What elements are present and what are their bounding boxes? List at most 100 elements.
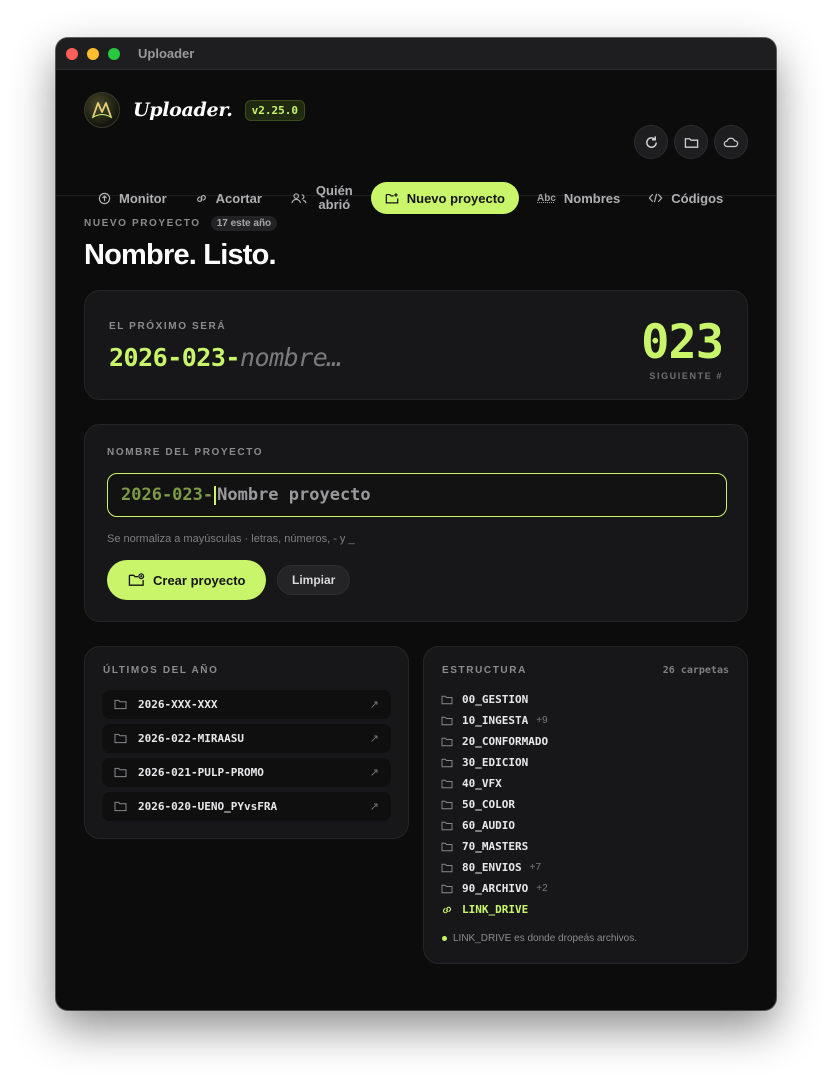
nav-acortar[interactable]: Acortar [181,182,276,214]
open-arrow-icon: ↗ [369,733,379,745]
structure-folder-name: 90_ARCHIVO [462,882,529,895]
next-project-placeholder: nombre… [239,343,342,372]
app-header: Uploader. v2.25.0 Monitor Acortar Quién … [56,70,776,214]
project-name-label: NOMBRE DEL PROYECTO [107,447,264,458]
abc-icon: Abc [537,192,556,204]
open-arrow-icon: ↗ [369,699,379,711]
structure-folder-name: 30_EDICION [462,756,529,769]
normalize-hint: Se normaliza a mayúsculas · letras, núme… [107,533,355,545]
logo-icon [84,92,120,128]
project-form-card: NOMBRE DEL PROYECTO 2026-023- Nombre proy… [84,424,748,622]
users-icon [291,192,307,203]
zoom-window-button[interactable] [108,47,120,60]
version-badge: v2.25.0 [244,99,305,121]
link-drive-row[interactable]: LINK_DRIVE [441,899,556,920]
refresh-icon [645,135,657,148]
folder-plus-icon [385,192,399,203]
main-content: NUEVO PROYECTO 17 este año Nombre. Listo… [84,216,748,964]
next-project-prefix: 2026-023- [109,343,240,372]
recent-project-name: 2026-020-UENO_PYvsFRA [138,800,278,813]
header-actions [634,125,748,159]
nav-monitor[interactable]: Monitor [84,182,181,214]
close-window-button[interactable] [66,47,78,60]
link-drive-note-text: LINK_DRIVE es donde dropeás archivos. [453,933,637,944]
structure-card: ESTRUCTURA 26 carpetas 00_GESTION 10_ING… [423,646,748,964]
structure-folder-name: 50_COLOR [462,798,515,811]
next-project-card: EL PRÓXIMO SERÁ 2026-023-nombre… 023 SIG… [84,290,748,400]
structure-folder: 70_MASTERS [441,836,556,857]
structure-folder: 60_AUDIO [441,815,556,836]
folder-icon [441,863,453,872]
structure-folder: 50_COLOR [441,794,556,815]
structure-folder-extra: +2 [536,883,548,894]
structure-folder-name: 70_MASTERS [462,840,529,853]
structure-folder: 30_EDICION [441,752,556,773]
recent-projects-card: ÚLTIMOS DEL AÑO 2026-XXX-XXX ↗ 2026-022-… [84,646,409,839]
structure-folder-count: 26 carpetas [662,665,729,676]
folder-icon [441,800,453,809]
structure-label: ESTRUCTURA [442,665,527,676]
create-project-label: Crear proyecto [153,572,246,588]
recent-project-item[interactable]: 2026-020-UENO_PYvsFRA ↗ [102,792,391,821]
link-drive-name: LINK_DRIVE [462,903,529,916]
nav-nuevo-proyecto[interactable]: Nuevo proyecto [370,182,519,214]
recent-projects-list: 2026-XXX-XXX ↗ 2026-022-MIRAASU ↗ 2026-0… [102,690,391,826]
recent-project-name: 2026-XXX-XXX [138,698,218,711]
structure-folder-name: 00_GESTION [462,693,529,706]
page-title: Nombre. Listo. [84,239,277,271]
folder-icon [441,779,453,788]
folder-icon [114,699,127,710]
create-project-button[interactable]: Crear proyecto [107,560,267,600]
cloud-button[interactable] [714,125,748,159]
clear-button[interactable]: Limpiar [277,565,351,595]
recent-project-item[interactable]: 2026-XXX-XXX ↗ [102,690,391,719]
refresh-button[interactable] [634,125,668,159]
structure-folder-extra: +7 [529,862,542,873]
nav-codigos[interactable]: Códigos [634,182,737,214]
structure-folder-extra: +9 [536,715,548,726]
app-window: Uploader Uploader. v2.25.0 Monitor Acort… [56,38,776,1010]
code-icon [648,193,663,203]
nav-nombres[interactable]: Abc Nombres [523,182,634,214]
open-folder-button[interactable] [674,125,708,159]
folder-icon [684,137,698,148]
brand: Uploader. v2.25.0 [84,92,305,128]
nav-monitor-label: Monitor [119,190,167,206]
structure-folder: 10_INGESTA +9 [441,710,556,731]
folder-icon [114,801,127,812]
structure-folder: 00_GESTION [441,689,556,710]
folder-icon [441,758,453,767]
structure-folder-name: 20_CONFORMADO [462,735,549,748]
structure-folder: 40_VFX [441,773,556,794]
recent-projects-label: ÚLTIMOS DEL AÑO [103,665,219,676]
folder-icon [441,821,453,830]
folder-icon [441,737,453,746]
folder-icon [441,842,453,851]
bullet-dot-icon [442,936,447,941]
minimize-window-button[interactable] [87,47,99,60]
recent-project-item[interactable]: 2026-022-MIRAASU ↗ [102,724,391,753]
project-name-placeholder: Nombre proyecto [217,485,371,505]
page-eyebrow-row: NUEVO PROYECTO 17 este año [84,216,748,231]
recent-project-name: 2026-022-MIRAASU [138,732,244,745]
link-icon [196,194,206,202]
recent-project-item[interactable]: 2026-021-PULP-PROMO ↗ [102,758,391,787]
recent-project-name: 2026-021-PULP-PROMO [138,766,264,779]
main-nav: Monitor Acortar Quién abrió Nuevo proyect… [84,182,748,214]
structure-list: 00_GESTION 10_INGESTA +9 20_CONFORMADO 30… [441,689,556,920]
text-caret [214,485,217,505]
next-project-sublabel: SIGUIENTE # [649,371,723,381]
brand-name: Uploader. [133,99,233,121]
nav-nombres-label: Nombres [563,190,621,206]
project-name-prefix: 2026-023- [121,485,214,505]
structure-folder: 20_CONFORMADO [441,731,556,752]
folder-plus-icon [128,573,145,586]
project-name-input[interactable]: 2026-023- Nombre proyecto [107,473,727,517]
folder-icon [114,733,127,744]
nav-quien-abrio[interactable]: Quién abrió [276,182,367,214]
nav-nuevo-proyecto-label: Nuevo proyecto [406,190,505,206]
page-eyebrow: NUEVO PROYECTO [84,218,201,229]
folder-icon [114,767,127,778]
cloud-icon [723,137,739,147]
folder-icon [441,716,453,725]
